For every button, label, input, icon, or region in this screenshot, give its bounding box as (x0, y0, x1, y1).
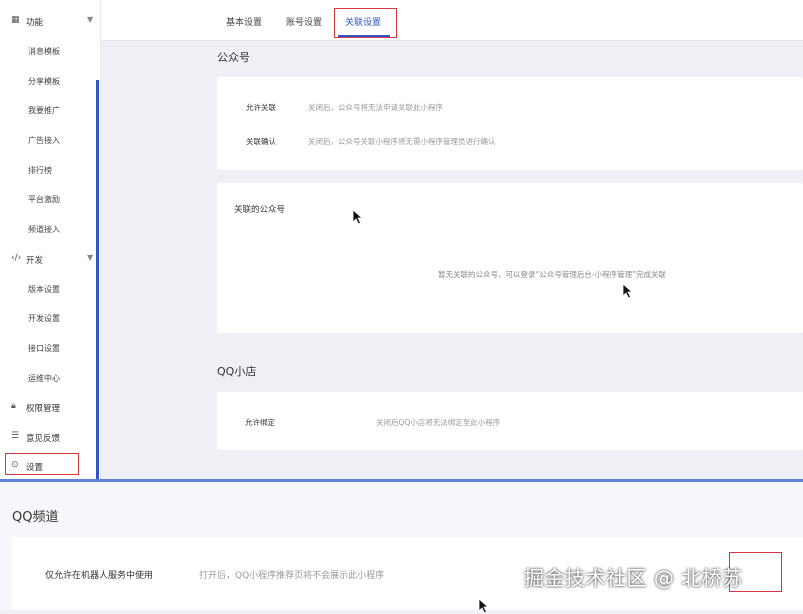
sidebar-item-promotion[interactable]: 我要推广 (0, 100, 100, 120)
sidebar-item-feedback[interactable]: ☰ 意见反馈 (0, 427, 100, 447)
allow-link-desc: 关闭后，公众号将无法申请关联此小程序 (308, 103, 443, 112)
allow-bind-desc: 关闭后QQ小店将无法绑定至此小程序 (376, 418, 501, 427)
qq-shop-title: QQ小店 (217, 365, 257, 378)
chevron-down-icon: ▼ (87, 253, 94, 262)
official-account-title: 公众号 (217, 51, 250, 64)
robot-only-desc: 打开后，QQ小程序推荐页将不会展示此小程序 (199, 571, 385, 581)
sidebar-item-api[interactable]: 接口设置 (0, 338, 100, 358)
mouse-cursor-icon (622, 283, 634, 299)
link-confirm-desc: 关闭后，公众号关联小程序将无需小程序管理员进行确认 (308, 137, 496, 146)
settings-highlight-box (5, 453, 79, 475)
code-icon: ‹/› (11, 253, 22, 263)
sidebar-item-ads[interactable]: 广告接入 (0, 130, 100, 150)
sidebar-item-dev-settings[interactable]: 开发设置 (0, 308, 100, 328)
robot-only-label: 仅允许在机器人服务中使用 (45, 571, 154, 581)
link-confirm-label: 关联确认 (246, 137, 276, 146)
tab-bar: 基本设置 账号设置 关联设置 (101, 0, 803, 41)
sidebar-item-incentive[interactable]: 平台激励 (0, 189, 100, 209)
sidebar-item-share-template[interactable]: 分享模板 (0, 71, 100, 91)
lock-icon: 🔒︎ (11, 401, 16, 411)
sidebar: ▦ 功能 ▼ 消息模板 分享模板 我要推广 广告接入 排行榜 平台激励 频道接入… (0, 0, 101, 480)
official-account-settings-card: 允许关联 关闭后，公众号将无法申请关联此小程序 关联确认 关闭后，公众号关联小程… (217, 77, 803, 170)
feedback-icon: ☰ (11, 431, 20, 441)
watermark: 掘金技术社区 @ 北桥苏 (524, 566, 743, 590)
qq-shop-card: 允许绑定 关闭后QQ小店将无法绑定至此小程序 (217, 392, 803, 450)
sidebar-item-ranking[interactable]: 排行榜 (0, 160, 100, 180)
linked-accounts-title: 关联的公众号 (234, 205, 286, 215)
mouse-cursor-icon (352, 209, 364, 225)
sidebar-item-channel[interactable]: 频道接入 (0, 219, 100, 239)
tab-account-settings[interactable]: 账号设置 (286, 15, 322, 28)
sidebar-section-develop[interactable]: ‹/› 开发 ▼ (0, 249, 100, 269)
qq-channel-title: QQ频道 (12, 510, 59, 525)
allow-link-label: 允许关联 (246, 103, 276, 112)
sidebar-section-features[interactable]: ▦ 功能 ▼ (0, 11, 100, 31)
sidebar-item-version[interactable]: 版本设置 (0, 279, 100, 299)
linked-accounts-card: 关联的公众号 暂无关联的公众号，可以登录“公众号管理后台-小程序管理”完成关联 (217, 183, 803, 333)
linked-accounts-empty-text: 暂无关联的公众号，可以登录“公众号管理后台-小程序管理”完成关联 (438, 270, 666, 279)
sidebar-item-ops[interactable]: 运维中心 (0, 368, 100, 388)
sidebar-item-permissions[interactable]: 🔒︎ 权限管理 (0, 397, 100, 417)
mouse-cursor-icon (478, 598, 490, 614)
sidebar-scrollbar[interactable] (96, 80, 99, 480)
allow-bind-label: 允许绑定 (245, 418, 275, 427)
grid-icon: ▦ (11, 15, 20, 25)
tab-basic-settings[interactable]: 基本设置 (226, 15, 262, 28)
sidebar-item-message-template[interactable]: 消息模板 (0, 41, 100, 61)
tab-highlight-box (334, 8, 397, 38)
chevron-down-icon: ▼ (87, 15, 94, 24)
